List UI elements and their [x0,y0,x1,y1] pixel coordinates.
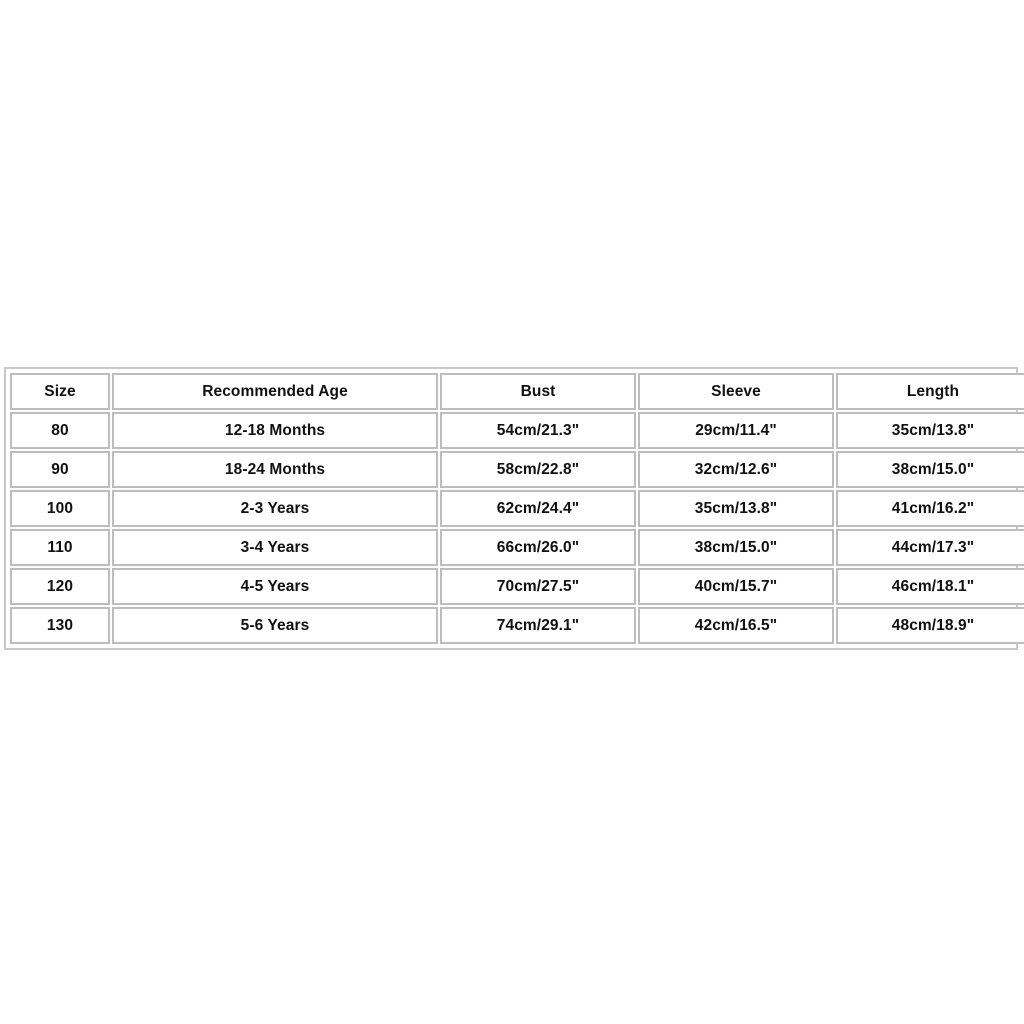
cell-size: 130 [10,607,110,644]
cell-length: 44cm/17.3" [836,529,1024,566]
cell-age: 4-5 Years [112,568,438,605]
size-chart-body: 80 12-18 Months 54cm/21.3" 29cm/11.4" 35… [10,412,1024,644]
cell-bust: 62cm/24.4" [440,490,636,527]
column-header-recommended-age: Recommended Age [112,373,438,410]
cell-size: 80 [10,412,110,449]
cell-bust: 70cm/27.5" [440,568,636,605]
cell-size: 120 [10,568,110,605]
size-chart-table: Size Recommended Age Bust Sleeve Length … [8,371,1024,646]
cell-sleeve: 35cm/13.8" [638,490,834,527]
table-row: 80 12-18 Months 54cm/21.3" 29cm/11.4" 35… [10,412,1024,449]
cell-size: 90 [10,451,110,488]
table-row: 100 2-3 Years 62cm/24.4" 35cm/13.8" 41cm… [10,490,1024,527]
column-header-bust: Bust [440,373,636,410]
cell-age: 12-18 Months [112,412,438,449]
table-row: 130 5-6 Years 74cm/29.1" 42cm/16.5" 48cm… [10,607,1024,644]
cell-sleeve: 40cm/15.7" [638,568,834,605]
size-chart-header: Size Recommended Age Bust Sleeve Length [10,373,1024,410]
cell-size: 110 [10,529,110,566]
cell-sleeve: 38cm/15.0" [638,529,834,566]
cell-age: 2-3 Years [112,490,438,527]
table-row: 110 3-4 Years 66cm/26.0" 38cm/15.0" 44cm… [10,529,1024,566]
column-header-size: Size [10,373,110,410]
size-chart-container: Size Recommended Age Bust Sleeve Length … [4,367,1024,650]
table-header-row: Size Recommended Age Bust Sleeve Length [10,373,1024,410]
cell-bust: 58cm/22.8" [440,451,636,488]
cell-length: 48cm/18.9" [836,607,1024,644]
cell-age: 5-6 Years [112,607,438,644]
cell-sleeve: 32cm/12.6" [638,451,834,488]
column-header-sleeve: Sleeve [638,373,834,410]
cell-sleeve: 29cm/11.4" [638,412,834,449]
column-header-length: Length [836,373,1024,410]
table-row: 90 18-24 Months 58cm/22.8" 32cm/12.6" 38… [10,451,1024,488]
cell-bust: 54cm/21.3" [440,412,636,449]
table-row: 120 4-5 Years 70cm/27.5" 40cm/15.7" 46cm… [10,568,1024,605]
cell-length: 41cm/16.2" [836,490,1024,527]
cell-sleeve: 42cm/16.5" [638,607,834,644]
cell-age: 3-4 Years [112,529,438,566]
cell-size: 100 [10,490,110,527]
cell-bust: 74cm/29.1" [440,607,636,644]
cell-age: 18-24 Months [112,451,438,488]
cell-length: 35cm/13.8" [836,412,1024,449]
cell-length: 38cm/15.0" [836,451,1024,488]
cell-length: 46cm/18.1" [836,568,1024,605]
cell-bust: 66cm/26.0" [440,529,636,566]
